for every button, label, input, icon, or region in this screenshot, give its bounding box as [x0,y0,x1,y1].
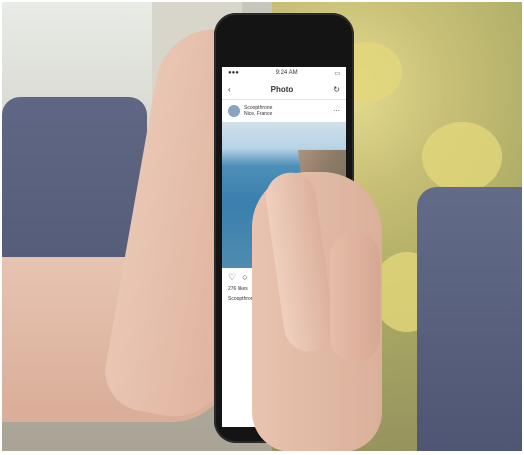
user-info: Scoopthrone Nice, France [244,105,272,117]
heart-icon[interactable]: ♡ [228,272,236,283]
location[interactable]: Nice, France [244,111,272,117]
status-time: 9:24 AM [275,70,298,76]
right-fingers [330,232,380,362]
photo-frame: ●●● 9:24 AM ▭ ‹ Photo ↻ Scoopthrone Nice… [2,2,522,451]
comment-icon[interactable]: ○ [242,272,247,282]
signal-icon: ●●● [228,70,239,76]
status-bar: ●●● 9:24 AM ▭ [222,67,346,79]
plant-foliage [422,122,502,192]
chair-right [417,187,522,451]
refresh-icon[interactable]: ↻ [333,85,340,94]
post-header: Scoopthrone Nice, France ⋯ [222,100,346,122]
avatar[interactable] [228,105,240,117]
nav-title: Photo [270,84,294,94]
more-dots-icon[interactable]: ⋯ [333,107,340,115]
back-chevron-icon[interactable]: ‹ [228,85,231,94]
battery-icon: ▭ [334,70,340,77]
nav-bar: ‹ Photo ↻ [222,79,346,100]
